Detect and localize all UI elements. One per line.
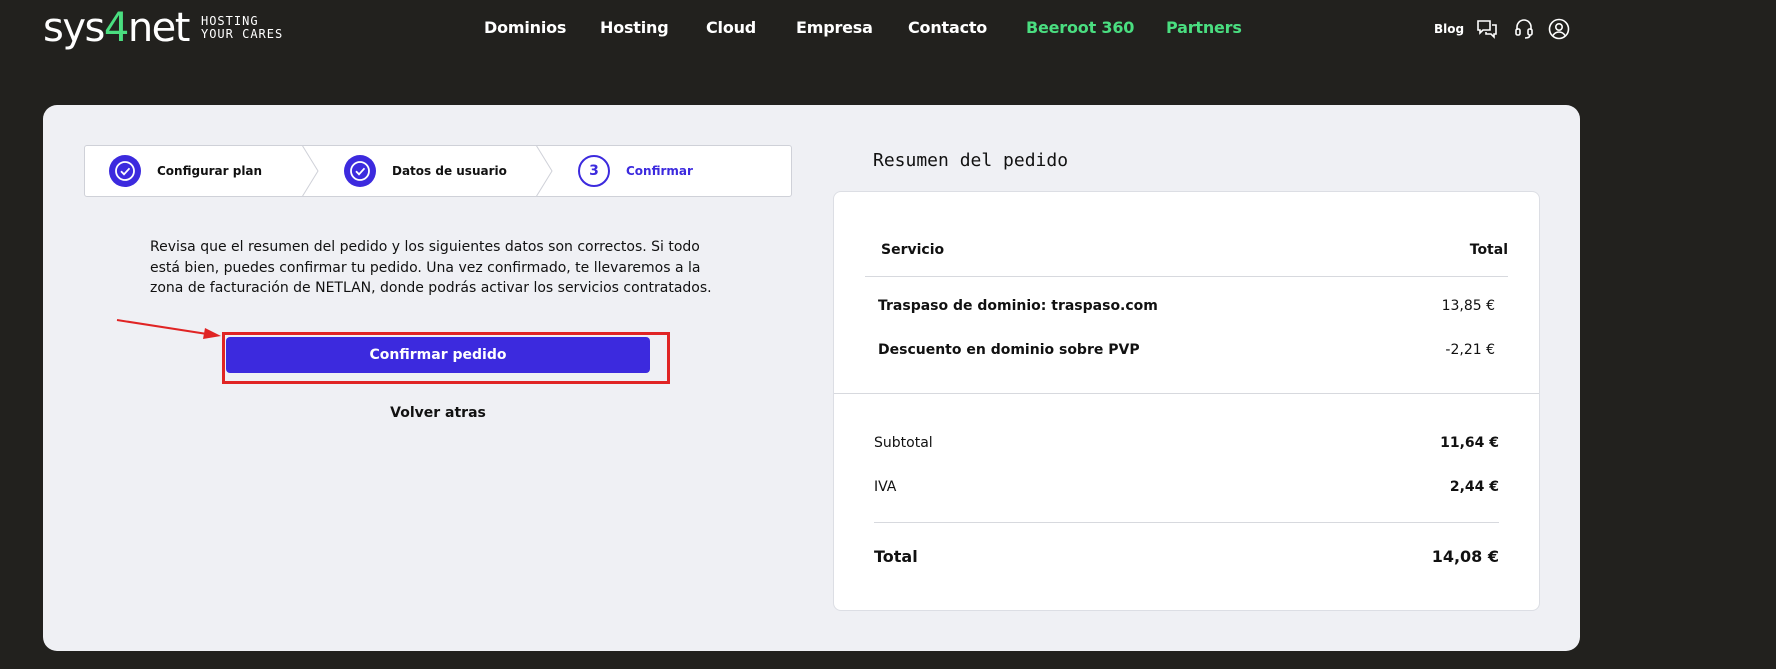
logo-wordmark: sys4net xyxy=(43,5,190,51)
iva-value: 2,44 € xyxy=(1449,479,1499,495)
step-datos-de-usuario[interactable]: Datos de usuario xyxy=(344,146,507,196)
confirm-order-button[interactable]: Confirmar pedido xyxy=(226,337,650,373)
checkout-card: Configurar plan Datos de usuario 3 Confi… xyxy=(43,105,1580,651)
step-label: Datos de usuario xyxy=(392,164,507,178)
nav-contacto[interactable]: Contacto xyxy=(908,18,987,37)
sys4net-logo[interactable]: sys4net HOSTING YOUR CARES xyxy=(43,4,283,52)
column-header-service: Servicio xyxy=(881,242,945,258)
check-icon xyxy=(109,155,141,187)
back-link[interactable]: Volver atras xyxy=(226,405,650,421)
subtotal-value: 11,64 € xyxy=(1440,435,1499,451)
step-separator xyxy=(301,145,319,197)
total-value: 14,08 € xyxy=(1431,547,1499,566)
top-navbar: sys4net HOSTING YOUR CARES Dominios Hosti… xyxy=(0,0,1776,62)
user-account-icon[interactable] xyxy=(1548,18,1570,44)
nav-partners[interactable]: Partners xyxy=(1166,18,1242,37)
order-summary: Servicio Total Traspaso de dominio: tras… xyxy=(833,191,1540,611)
divider xyxy=(834,393,1539,394)
step-number: 3 xyxy=(578,155,610,187)
nav-empresa[interactable]: Empresa xyxy=(796,18,873,37)
line-item-price: -2,21 € xyxy=(1445,342,1495,358)
iva-label: IVA xyxy=(874,479,897,495)
chat-icon[interactable] xyxy=(1476,18,1498,44)
confirmation-instructions: Revisa que el resumen del pedido y los s… xyxy=(150,239,712,296)
checkout-stepper: Configurar plan Datos de usuario 3 Confi… xyxy=(84,145,792,197)
subtotal-label: Subtotal xyxy=(874,435,933,451)
nav-cloud[interactable]: Cloud xyxy=(706,18,756,37)
check-icon xyxy=(344,155,376,187)
summary-title: Resumen del pedido xyxy=(873,150,1069,171)
annotation-arrow-icon xyxy=(116,319,221,339)
line-item-price: 13,85 € xyxy=(1441,298,1495,314)
divider xyxy=(865,276,1508,277)
line-item-name: Descuento en dominio sobre PVP xyxy=(878,342,1140,358)
step-separator xyxy=(535,145,553,197)
blog-link[interactable]: Blog xyxy=(1434,22,1464,36)
column-header-total: Total xyxy=(1469,242,1508,258)
headset-icon[interactable] xyxy=(1514,18,1534,44)
divider xyxy=(874,522,1499,523)
line-item-name: Traspaso de dominio: traspaso.com xyxy=(878,298,1158,314)
step-label: Configurar plan xyxy=(157,164,263,178)
nav-hosting[interactable]: Hosting xyxy=(600,18,669,37)
logo-tagline: HOSTING YOUR CARES xyxy=(200,14,284,41)
step-confirmar[interactable]: 3 Confirmar xyxy=(578,146,693,196)
step-label: Confirmar xyxy=(626,164,693,178)
nav-beeroot-360[interactable]: Beeroot 360 xyxy=(1026,18,1134,37)
total-label: Total xyxy=(874,547,918,566)
nav-dominios[interactable]: Dominios xyxy=(484,18,566,37)
step-configurar-plan[interactable]: Configurar plan xyxy=(109,146,262,196)
